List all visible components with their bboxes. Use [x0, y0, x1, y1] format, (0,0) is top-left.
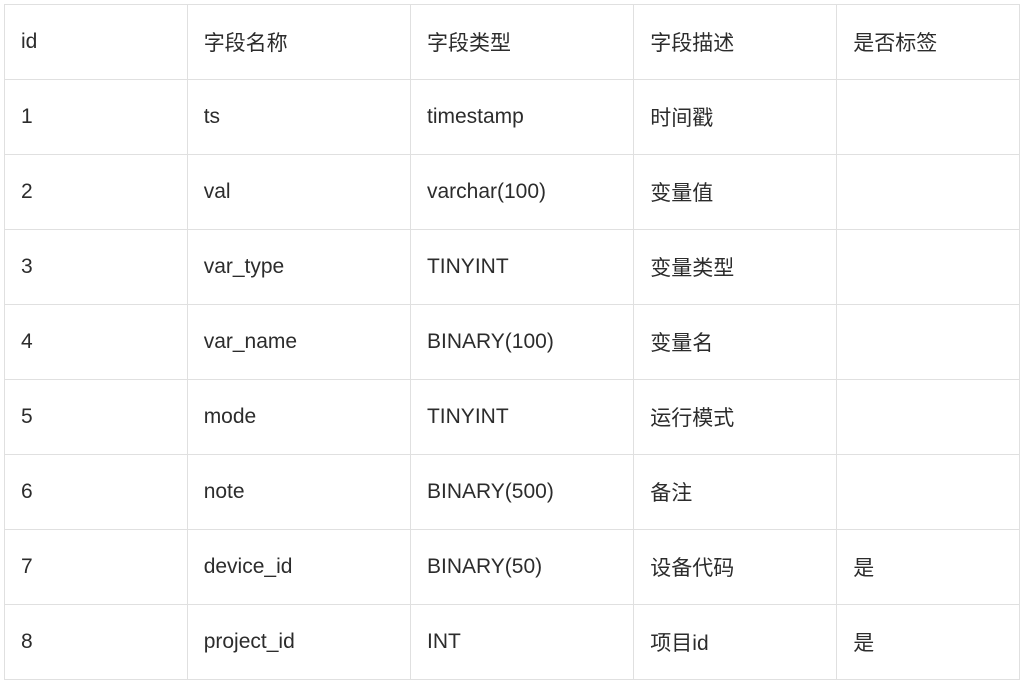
cell-type: INT [410, 605, 633, 680]
header-field-name: 字段名称 [187, 5, 410, 80]
cell-desc: 备注 [634, 455, 837, 530]
cell-tag [837, 80, 1020, 155]
cell-name: device_id [187, 530, 410, 605]
table-row: 2 val varchar(100) 变量值 [5, 155, 1020, 230]
table-row: 6 note BINARY(500) 备注 [5, 455, 1020, 530]
cell-desc: 变量名 [634, 305, 837, 380]
header-field-type: 字段类型 [410, 5, 633, 80]
cell-desc: 运行模式 [634, 380, 837, 455]
cell-type: TINYINT [410, 380, 633, 455]
cell-id: 4 [5, 305, 188, 380]
cell-tag [837, 230, 1020, 305]
cell-id: 1 [5, 80, 188, 155]
table-header-row: id 字段名称 字段类型 字段描述 是否标签 [5, 5, 1020, 80]
table-body: 1 ts timestamp 时间戳 2 val varchar(100) 变量… [5, 80, 1020, 680]
cell-desc: 变量值 [634, 155, 837, 230]
cell-desc: 时间戳 [634, 80, 837, 155]
table-row: 8 project_id INT 项目id 是 [5, 605, 1020, 680]
cell-desc: 设备代码 [634, 530, 837, 605]
cell-id: 5 [5, 380, 188, 455]
cell-id: 8 [5, 605, 188, 680]
cell-type: BINARY(500) [410, 455, 633, 530]
cell-tag [837, 455, 1020, 530]
header-id: id [5, 5, 188, 80]
cell-id: 2 [5, 155, 188, 230]
cell-tag [837, 305, 1020, 380]
cell-type: TINYINT [410, 230, 633, 305]
cell-name: ts [187, 80, 410, 155]
cell-tag [837, 155, 1020, 230]
table-row: 1 ts timestamp 时间戳 [5, 80, 1020, 155]
cell-type: BINARY(100) [410, 305, 633, 380]
cell-id: 3 [5, 230, 188, 305]
cell-tag: 是 [837, 605, 1020, 680]
cell-desc: 变量类型 [634, 230, 837, 305]
header-field-desc: 字段描述 [634, 5, 837, 80]
table-row: 7 device_id BINARY(50) 设备代码 是 [5, 530, 1020, 605]
table-row: 4 var_name BINARY(100) 变量名 [5, 305, 1020, 380]
table-row: 3 var_type TINYINT 变量类型 [5, 230, 1020, 305]
cell-tag: 是 [837, 530, 1020, 605]
cell-name: mode [187, 380, 410, 455]
cell-id: 7 [5, 530, 188, 605]
cell-name: project_id [187, 605, 410, 680]
cell-type: varchar(100) [410, 155, 633, 230]
schema-table: id 字段名称 字段类型 字段描述 是否标签 1 ts timestamp 时间… [4, 4, 1020, 680]
cell-desc: 项目id [634, 605, 837, 680]
table-row: 5 mode TINYINT 运行模式 [5, 380, 1020, 455]
header-is-tag: 是否标签 [837, 5, 1020, 80]
cell-type: BINARY(50) [410, 530, 633, 605]
cell-type: timestamp [410, 80, 633, 155]
table-header: id 字段名称 字段类型 字段描述 是否标签 [5, 5, 1020, 80]
cell-tag [837, 380, 1020, 455]
cell-name: val [187, 155, 410, 230]
cell-name: var_type [187, 230, 410, 305]
cell-id: 6 [5, 455, 188, 530]
cell-name: note [187, 455, 410, 530]
cell-name: var_name [187, 305, 410, 380]
